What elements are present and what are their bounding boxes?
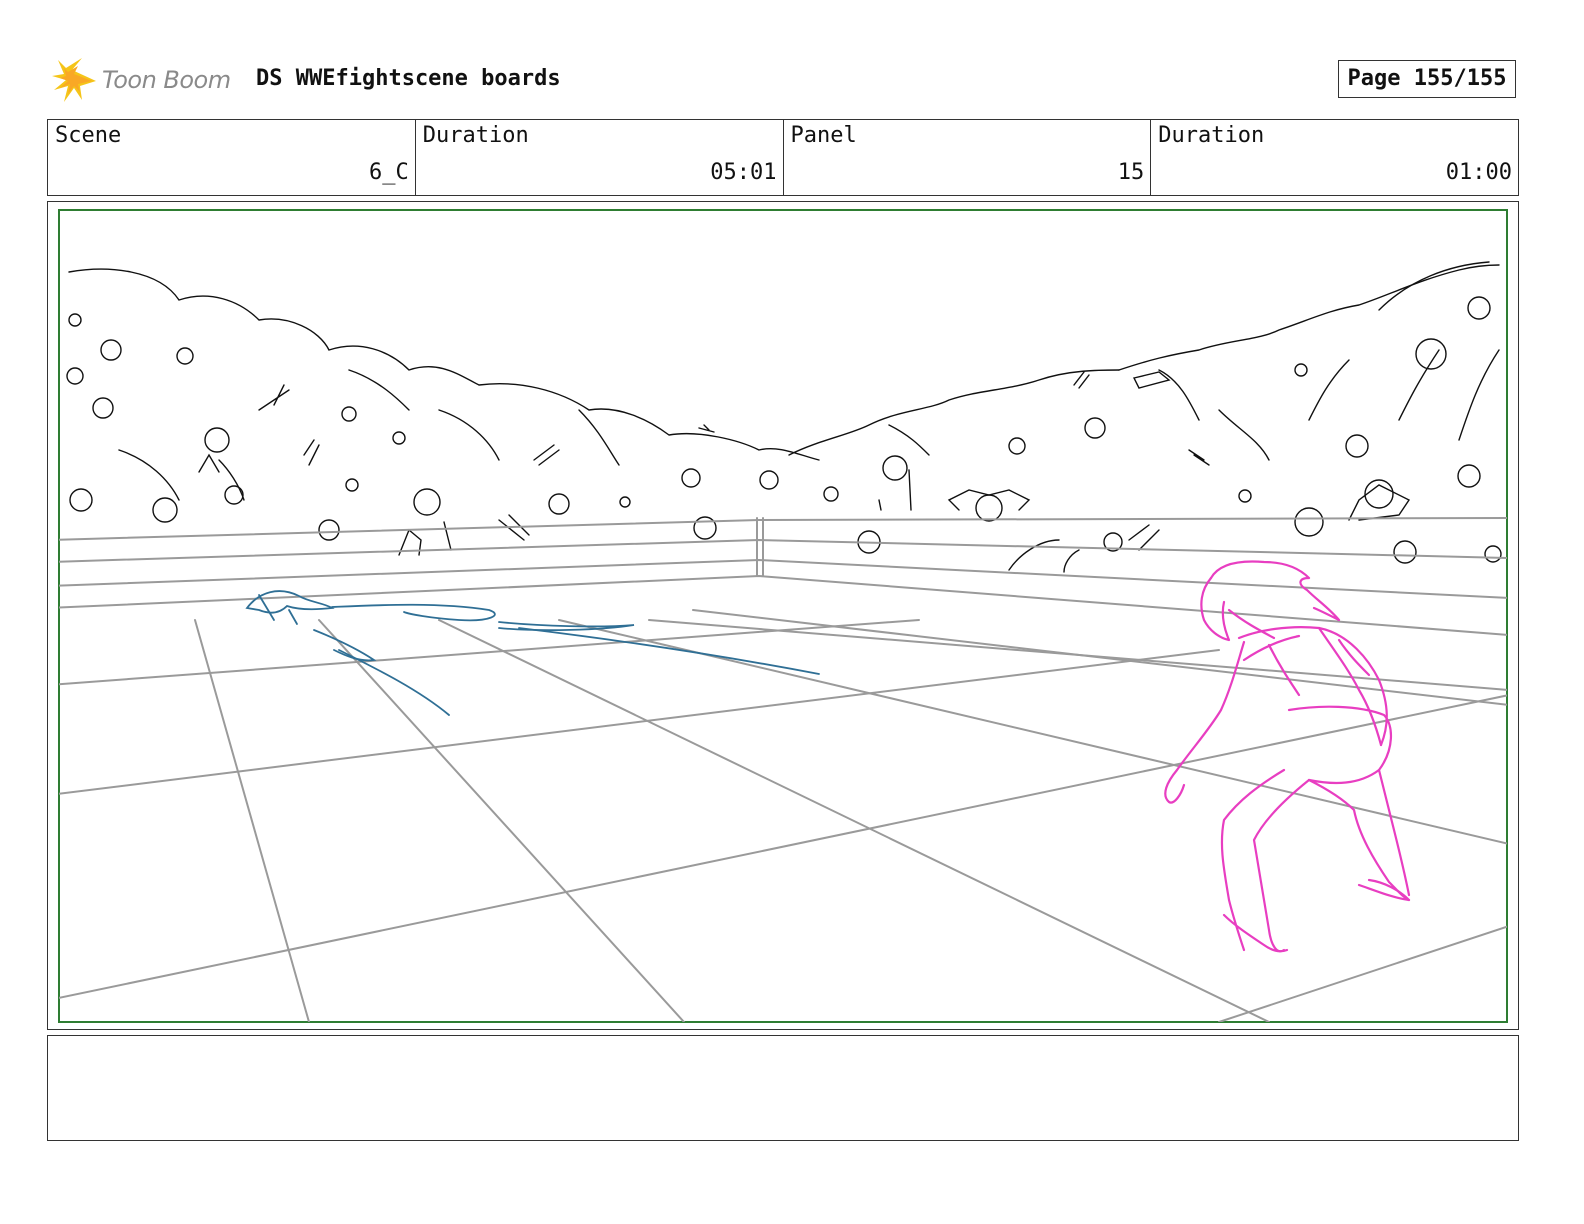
document-title: DS WWEfightscene boards <box>256 66 561 91</box>
scene-label: Scene <box>55 123 122 148</box>
panel-notes <box>47 1035 1519 1141</box>
page-header: Toon Boom DS WWEfightscene boards Page 1… <box>52 56 1532 106</box>
storyboard-sketch <box>59 261 1507 1022</box>
logo-text: Toon Boom <box>102 66 231 94</box>
scene-value: 6_C <box>369 160 409 185</box>
page-indicator: Page 155/155 <box>1338 60 1516 98</box>
toon-boom-logo: Toon Boom <box>52 56 242 106</box>
panel-duration-value: 01:00 <box>1445 160 1512 185</box>
scene-duration-label: Duration <box>422 123 529 148</box>
scene-cell: Scene 6_C <box>48 120 416 195</box>
starburst-icon <box>52 58 96 102</box>
panel-duration-cell: Duration 01:00 <box>1151 120 1518 195</box>
fallen-character-sketch <box>245 590 820 716</box>
crowd-sketch <box>66 261 1502 573</box>
scene-duration-cell: Duration 05:01 <box>416 120 784 195</box>
panel-value: 15 <box>1117 160 1145 185</box>
panel-info-row: Scene 6_C Duration 05:01 Panel 15 Durati… <box>47 119 1519 196</box>
panel-cell: Panel 15 <box>784 120 1152 195</box>
ring-sketch <box>59 517 1507 1022</box>
scene-duration-value: 05:01 <box>710 160 777 185</box>
panel-duration-label: Duration <box>1158 123 1265 148</box>
panel-label: Panel <box>790 123 857 148</box>
standing-character-sketch <box>1164 560 1411 953</box>
